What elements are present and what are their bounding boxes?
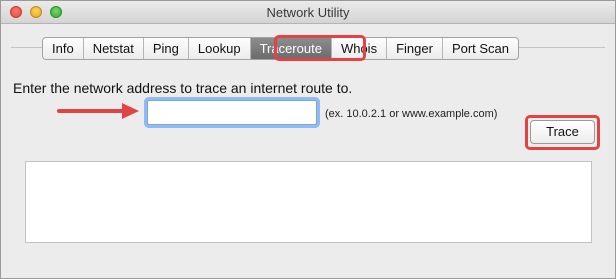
traceroute-tab-highlight — [274, 35, 366, 61]
window-title: Network Utility — [266, 5, 350, 20]
title-bar: Network Utility — [1, 1, 615, 24]
network-address-input[interactable] — [147, 100, 317, 125]
tab-lookup[interactable]: Lookup — [187, 38, 250, 59]
arrow-head-icon — [122, 103, 139, 119]
trace-button-highlight — [525, 115, 600, 150]
tab-ping[interactable]: Ping — [142, 38, 188, 59]
tab-port-scan[interactable]: Port Scan — [441, 38, 518, 59]
tab-netstat[interactable]: Netstat — [82, 38, 143, 59]
tab-info[interactable]: Info — [43, 38, 83, 59]
network-utility-window: Network Utility Info Netstat Ping Lookup… — [0, 0, 616, 279]
trace-output-area[interactable] — [25, 161, 592, 243]
address-example-hint: (ex. 10.0.2.1 or www.example.com) — [325, 108, 498, 120]
tab-finger[interactable]: Finger — [386, 38, 442, 59]
arrow-annotation — [57, 109, 127, 113]
address-prompt: Enter the network address to trace an in… — [13, 80, 353, 96]
